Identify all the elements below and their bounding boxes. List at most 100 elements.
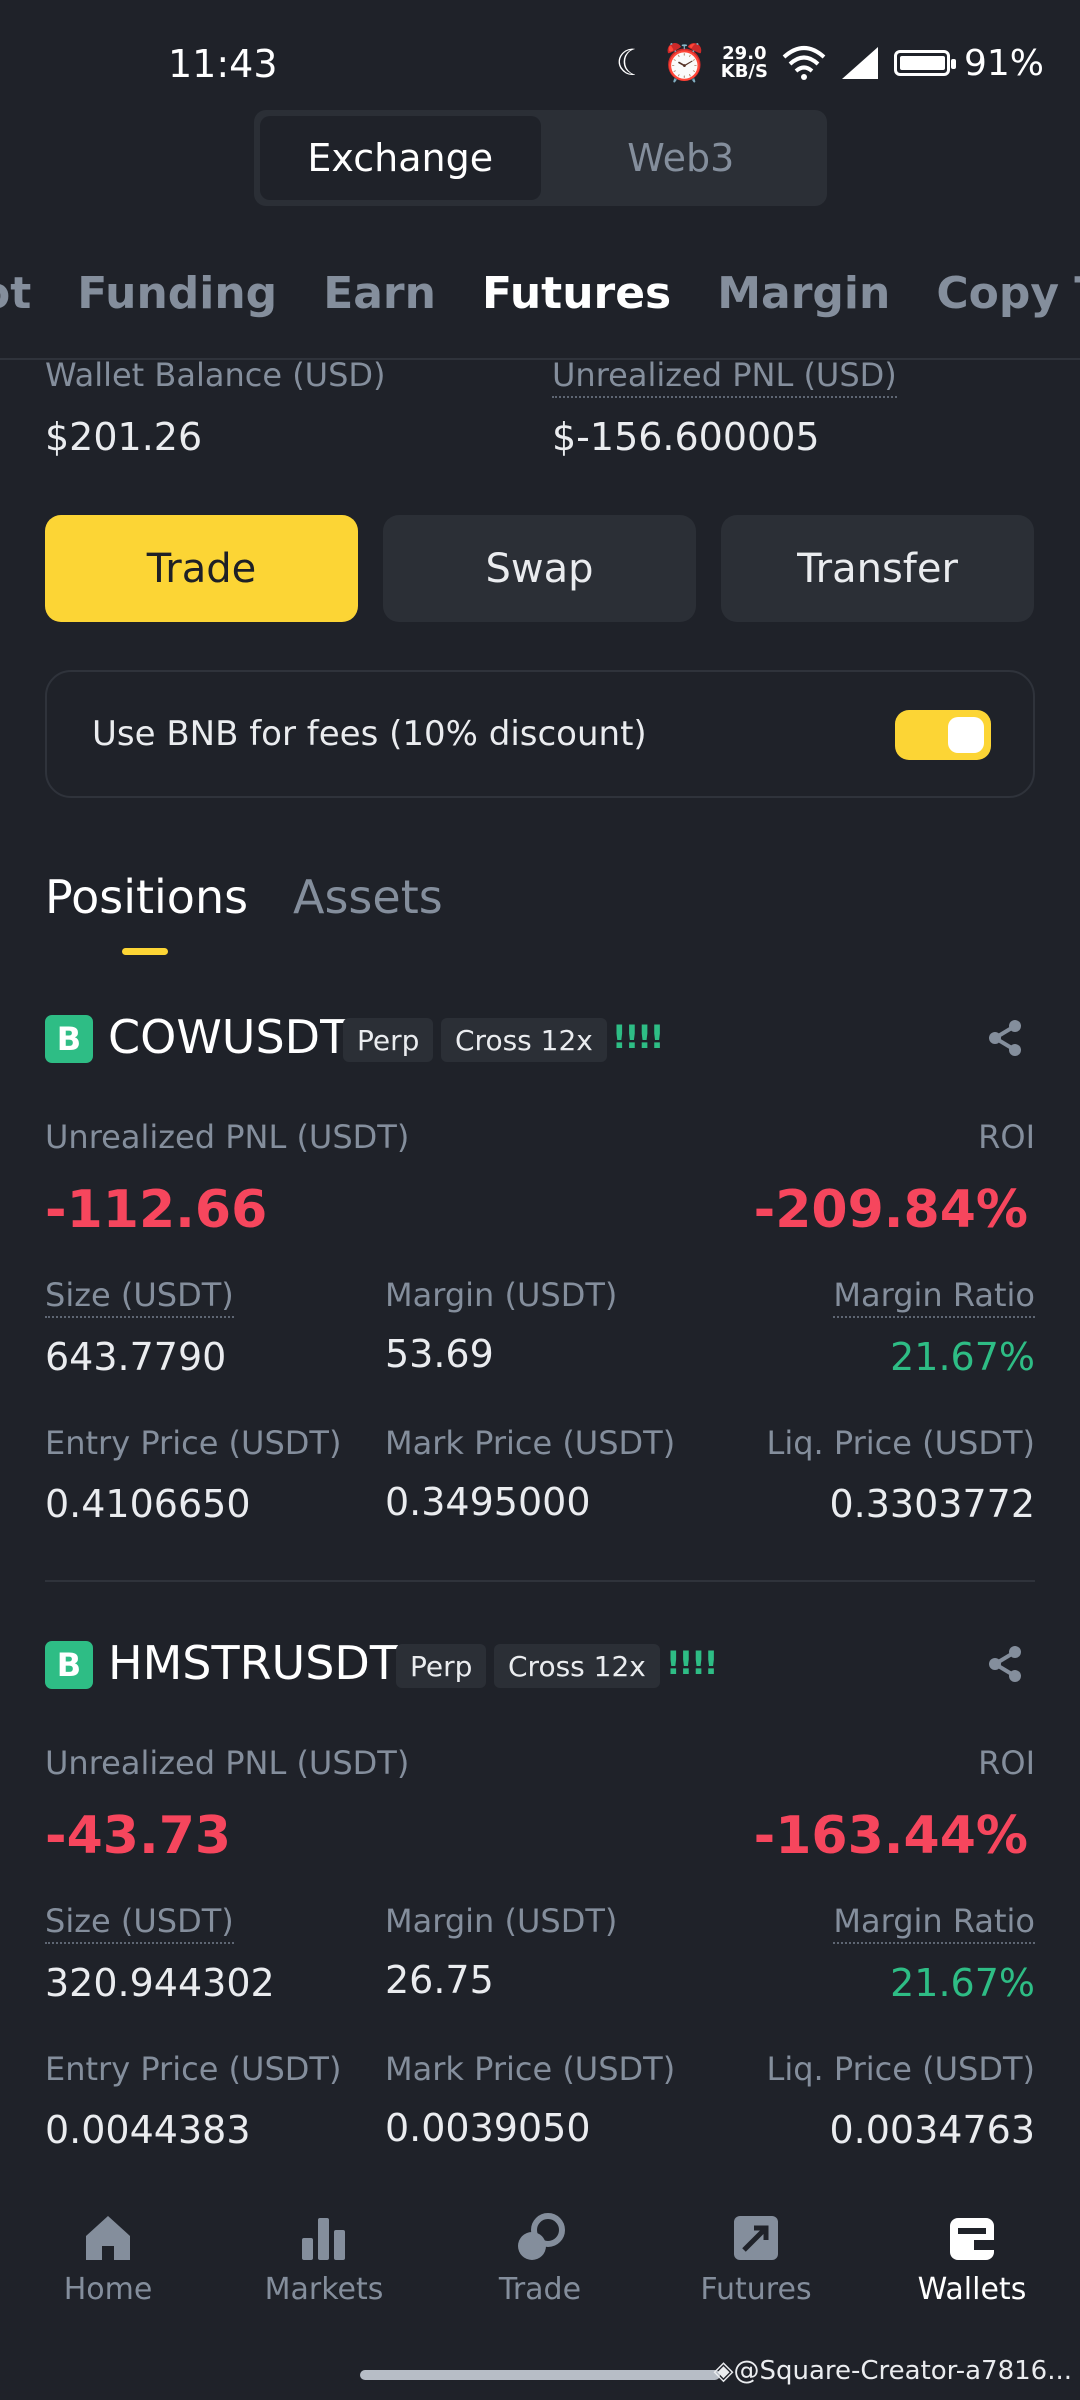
web3-tab[interactable]: Web3 [541, 116, 822, 200]
bnb-fee-toggle[interactable] [895, 710, 991, 760]
wallet-balance-label: Wallet Balance (USD) [45, 356, 386, 394]
exchange-tab[interactable]: Exchange [260, 116, 541, 200]
nav-futures-label: Futures [700, 2272, 812, 2307]
position-card: B COWUSDT Perp Cross 12x !!!! Unrealized… [0, 1010, 1080, 1570]
bnb-fee-label: Use BNB for fees (10% discount) [92, 714, 647, 754]
share-icon[interactable] [985, 1018, 1025, 1058]
margin-ratio-value: 21.67% [890, 1961, 1035, 2005]
mark-price-label: Mark Price (USDT) [385, 2050, 676, 2088]
size-value: 320.944302 [45, 1961, 275, 2005]
status-icons: ☾ ⏰ 29.0 KB/S 91% [615, 42, 1044, 85]
margin-label: Margin (USDT) [385, 1902, 618, 1940]
side-badge: B [45, 1015, 93, 1063]
exchange-web3-switch: Exchange Web3 [254, 110, 827, 206]
tab-earn[interactable]: Earn [323, 268, 436, 319]
nav-trade[interactable]: Trade [432, 2210, 648, 2340]
entry-price-label: Entry Price (USDT) [45, 1424, 342, 1462]
liq-price-label: Liq. Price (USDT) [766, 1424, 1036, 1462]
nav-home[interactable]: Home [0, 2210, 216, 2340]
size-value: 643.7790 [45, 1335, 227, 1379]
active-tab-indicator [122, 948, 168, 955]
margin-ratio-value: 21.67% [890, 1335, 1035, 1379]
wallet-balance-value: $201.26 [45, 415, 203, 459]
watermark-logo-icon: ◈ [713, 2356, 734, 2386]
wallet-icon [950, 2218, 994, 2260]
home-icon [86, 2216, 130, 2260]
entry-price-value: 0.4106650 [45, 1482, 251, 1526]
nav-home-label: Home [63, 2272, 153, 2307]
trade-button[interactable]: Trade [45, 515, 358, 622]
position-symbol[interactable]: HMSTRUSDT [108, 1636, 398, 1690]
risk-bars-icon: !!!! [666, 1644, 718, 1682]
wallet-tabs: ot Funding Earn Futures Margin Copy Trac [0, 258, 1080, 360]
side-badge: B [45, 1641, 93, 1689]
share-icon[interactable] [985, 1644, 1025, 1684]
size-label[interactable]: Size (USDT) [45, 1902, 234, 1944]
tab-spot[interactable]: ot [0, 268, 31, 319]
tab-assets[interactable]: Assets [293, 870, 443, 924]
nav-markets[interactable]: Markets [216, 2210, 432, 2340]
unrealized-pnl-label: Unrealized PNL (USDT) [45, 1118, 410, 1156]
perp-tag: Perp [343, 1018, 434, 1062]
entry-price-label: Entry Price (USDT) [45, 2050, 342, 2088]
mark-price-label: Mark Price (USDT) [385, 1424, 676, 1462]
creator-watermark: ◈@Square-Creator-a7816... [713, 2356, 1072, 2386]
unrealized-pnl-value: $-156.600005 [552, 415, 820, 459]
nav-markets-label: Markets [264, 2272, 384, 2307]
bottom-nav: Home Markets Trade Futures Wallets [0, 2210, 1080, 2340]
tab-futures[interactable]: Futures [482, 268, 671, 319]
liq-price-label: Liq. Price (USDT) [766, 2050, 1036, 2088]
status-time: 11:43 [168, 42, 278, 86]
moon-icon: ☾ [615, 42, 648, 84]
roi-value: -163.44% [753, 1806, 1028, 1866]
net-speed: 29.0 KB/S [721, 45, 768, 81]
mark-price-value: 0.3495000 [385, 1480, 591, 1524]
roi-label: ROI [978, 1118, 1035, 1156]
home-indicator [360, 2370, 720, 2380]
transfer-button[interactable]: Transfer [721, 515, 1034, 622]
leverage-tag[interactable]: Cross 12x [441, 1018, 607, 1062]
mark-price-value: 0.0039050 [385, 2106, 591, 2150]
watermark-text: @Square-Creator-a7816... [733, 2356, 1072, 2386]
margin-ratio-label[interactable]: Margin Ratio [833, 1902, 1035, 1944]
liq-price-value: 0.0034763 [829, 2108, 1036, 2152]
bnb-fee-card: Use BNB for fees (10% discount) [45, 670, 1035, 798]
signal-icon [841, 47, 878, 79]
nav-trade-label: Trade [498, 2272, 582, 2307]
perp-tag: Perp [396, 1644, 487, 1688]
tab-positions[interactable]: Positions [45, 870, 248, 924]
leverage-tag[interactable]: Cross 12x [494, 1644, 660, 1688]
tab-margin[interactable]: Margin [717, 268, 890, 319]
position-card: B HMSTRUSDT Perp Cross 12x !!!! Unrealiz… [0, 1636, 1080, 2196]
margin-value: 53.69 [385, 1332, 494, 1376]
nav-futures[interactable]: Futures [648, 2210, 864, 2340]
unrealized-pnl-value: -112.66 [45, 1180, 268, 1240]
position-symbol[interactable]: COWUSDT [108, 1010, 348, 1064]
nav-wallets[interactable]: Wallets [864, 2210, 1080, 2340]
unrealized-pnl-value: -43.73 [45, 1806, 232, 1866]
roi-value: -209.84% [753, 1180, 1028, 1240]
trade-icon [518, 2213, 565, 2260]
entry-price-value: 0.0044383 [45, 2108, 251, 2152]
wifi-icon [782, 46, 826, 80]
battery-percent: 91% [963, 42, 1044, 84]
liq-price-value: 0.3303772 [829, 1482, 1036, 1526]
roi-label: ROI [978, 1744, 1035, 1782]
unrealized-pnl-label: Unrealized PNL (USDT) [45, 1744, 410, 1782]
bar-chart-icon [302, 2218, 345, 2260]
nav-wallets-label: Wallets [917, 2272, 1027, 2307]
size-label[interactable]: Size (USDT) [45, 1276, 234, 1318]
battery-icon [893, 50, 956, 76]
margin-value: 26.75 [385, 1958, 494, 2002]
margin-ratio-label[interactable]: Margin Ratio [833, 1276, 1035, 1318]
net-speed-unit: KB/S [720, 61, 768, 82]
margin-label: Margin (USDT) [385, 1276, 618, 1314]
alarm-icon: ⏰ [661, 43, 707, 84]
card-divider [45, 1580, 1035, 1582]
tab-copy-trading[interactable]: Copy Trac [936, 268, 1080, 319]
unrealized-pnl-label[interactable]: Unrealized PNL (USD) [552, 356, 897, 398]
swap-button[interactable]: Swap [383, 515, 696, 622]
risk-bars-icon: !!!! [612, 1018, 664, 1056]
tab-funding[interactable]: Funding [77, 268, 277, 319]
futures-icon [734, 2216, 778, 2260]
